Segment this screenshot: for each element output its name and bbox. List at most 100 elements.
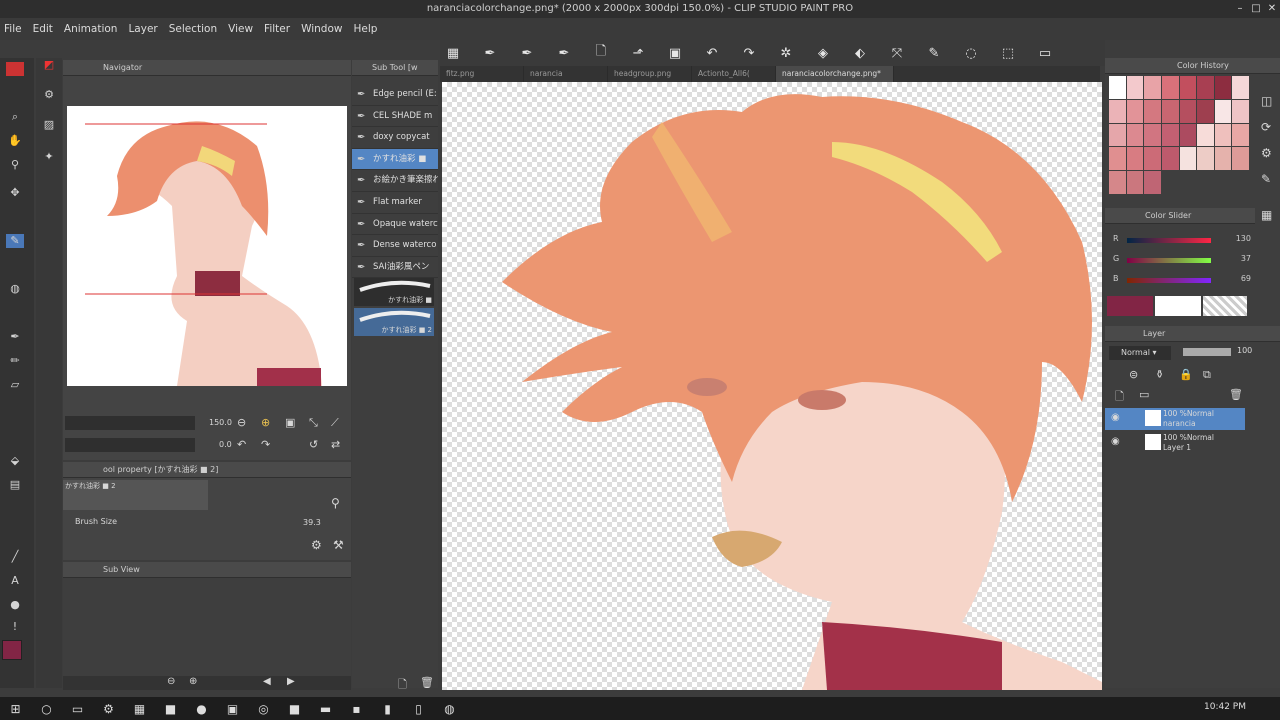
selection-icon[interactable]: ⬚ xyxy=(995,42,1021,64)
color-history-swatch[interactable] xyxy=(1144,147,1161,171)
blue-slider-track[interactable] xyxy=(1127,278,1211,283)
tab-file[interactable]: fitz.png xyxy=(440,66,524,82)
menu-layer[interactable]: Layer xyxy=(128,23,157,35)
brush-preview[interactable]: かすれ油彩 ■ 2 xyxy=(63,480,208,510)
transform-icon[interactable]: ◈ xyxy=(810,42,836,64)
settings-icon[interactable]: ⚙ xyxy=(311,538,322,552)
app-icon[interactable]: ● xyxy=(186,702,217,716)
zoom-in-icon[interactable]: ⊕ xyxy=(261,416,270,429)
open-file-icon[interactable]: ⬏ xyxy=(625,42,651,64)
maximize-button[interactable]: □ xyxy=(1248,0,1264,18)
color-history-swatch[interactable] xyxy=(1232,123,1249,147)
subtool-item[interactable]: ✒ Edge pencil (E: xyxy=(352,84,438,106)
blue-slider[interactable]: B 69 xyxy=(1109,274,1251,286)
delete-layer-icon[interactable]: 🗑 xyxy=(1229,388,1243,401)
pen-icon[interactable]: ✒ xyxy=(477,42,503,64)
tab-file-active[interactable]: naranciacolorchange.png* xyxy=(776,66,894,82)
tab-file[interactable]: Actionto_All6( xyxy=(692,66,776,82)
main-color-swatch[interactable] xyxy=(2,640,22,660)
subtool-item[interactable]: ✒ CEL SHADE m xyxy=(352,106,438,128)
undo-icon[interactable]: ↶ xyxy=(699,42,725,64)
navigator-preview[interactable] xyxy=(67,106,347,386)
menu-view[interactable]: View xyxy=(228,23,253,35)
pencil-tool-icon[interactable]: ✏ xyxy=(6,354,24,368)
save-icon[interactable]: ▣ xyxy=(662,42,688,64)
opacity-slider[interactable] xyxy=(1183,348,1231,356)
pen-tool-icon[interactable]: ✒ xyxy=(6,330,24,344)
color-history-swatch[interactable] xyxy=(1214,99,1232,123)
color-history-swatch[interactable] xyxy=(1161,147,1179,171)
color-history-swatch[interactable] xyxy=(1144,123,1161,147)
app-icon[interactable]: ■ xyxy=(279,702,310,716)
rotate-right-icon[interactable]: ↷ xyxy=(261,438,270,451)
image-icon[interactable]: ▨ xyxy=(40,118,58,132)
close-button[interactable]: ✕ xyxy=(1264,0,1280,18)
new-layer-icon[interactable]: 🗋 xyxy=(1115,388,1124,407)
magnify-icon[interactable]: ⚲ xyxy=(331,496,340,510)
sparkle-icon[interactable]: ✲ xyxy=(773,42,799,64)
panel-icon[interactable]: ▭ xyxy=(1032,42,1058,64)
color-history-swatch[interactable] xyxy=(1214,76,1232,99)
balloon-tool-icon[interactable]: ● xyxy=(6,598,24,612)
drawing-canvas[interactable] xyxy=(442,82,1102,690)
airbrush-icon[interactable]: ◍ xyxy=(6,282,24,296)
layer-option-icon[interactable]: ⧉ xyxy=(1203,368,1211,382)
subtool-item[interactable]: ✒ doxy copycat xyxy=(352,127,438,149)
redo-icon[interactable]: ↷ xyxy=(736,42,762,64)
zoom-out-icon[interactable]: ⊖ xyxy=(237,416,246,429)
prev-icon[interactable]: ◀ xyxy=(263,676,271,687)
zoom-slider[interactable] xyxy=(65,416,195,430)
calendar-icon[interactable]: ▦ xyxy=(124,702,155,716)
crop-icon[interactable]: ⤧ xyxy=(884,42,910,64)
move-icon[interactable]: ✥ xyxy=(6,186,24,200)
color-history-swatch[interactable] xyxy=(1109,147,1126,171)
subtool-item[interactable]: ✒ お絵かき筆楽擦れ xyxy=(352,170,438,192)
color-history-swatch[interactable] xyxy=(1126,76,1144,99)
subtool-item[interactable]: ✒ SAI油彩風ペン xyxy=(352,257,438,279)
brush-tool-icon[interactable]: ✎ xyxy=(6,234,24,248)
menu-file[interactable]: File xyxy=(4,23,22,35)
color-history-swatch[interactable] xyxy=(1109,171,1126,194)
settings-icon[interactable]: ⚙ xyxy=(93,702,124,716)
zoom-out-icon[interactable]: ⊖ xyxy=(167,676,175,687)
flip-icon[interactable]: ⤡ xyxy=(309,416,318,430)
eye-icon[interactable]: ◉ xyxy=(1111,412,1120,423)
tab-file[interactable]: headgroup.png xyxy=(608,66,692,82)
color-history-swatch[interactable] xyxy=(1144,99,1161,123)
pen-third-icon[interactable]: ✒ xyxy=(551,42,577,64)
app-icon[interactable]: ■ xyxy=(155,702,186,716)
color-history-swatch[interactable] xyxy=(1126,123,1144,147)
color-history-swatch[interactable] xyxy=(1161,76,1179,99)
eyedropper-icon[interactable]: ⚲ xyxy=(6,158,24,172)
main-color-chip[interactable] xyxy=(1107,296,1153,316)
color-history-swatch[interactable] xyxy=(1232,76,1249,99)
tool-icon[interactable]: ⚒ xyxy=(333,538,344,552)
windows-start-icon[interactable]: ⊞ xyxy=(0,702,31,716)
color-history-swatch[interactable] xyxy=(1144,76,1161,99)
layer-row[interactable]: ◉ 100 %Normal Layer 1 xyxy=(1105,432,1245,454)
line-tool-icon[interactable]: ╱ xyxy=(6,550,24,564)
hand-icon[interactable]: ✋ xyxy=(6,134,24,148)
rotation-slider[interactable] xyxy=(65,438,195,452)
color-history-swatch[interactable] xyxy=(1232,99,1249,123)
flip-vertical-icon[interactable]: ⇄ xyxy=(331,438,340,451)
color-history-swatch[interactable] xyxy=(1109,123,1126,147)
subtool-item[interactable]: ✒ Opaque waterc xyxy=(352,214,438,236)
rotate-reset-icon[interactable]: ⟋ xyxy=(331,416,339,430)
red-slider-track[interactable] xyxy=(1127,238,1211,243)
new-subtool-icon[interactable]: 🗋 xyxy=(398,676,407,695)
palette-tool-icon[interactable]: ⚙ xyxy=(1261,146,1272,160)
delete-subtool-icon[interactable]: 🗑 xyxy=(420,676,434,689)
stroke-preview-selected[interactable]: かすれ油彩 ■ 2 xyxy=(354,308,434,336)
menu-selection[interactable]: Selection xyxy=(169,23,217,35)
chrome-icon[interactable]: ◎ xyxy=(248,702,279,716)
color-history-swatch[interactable] xyxy=(1126,99,1144,123)
green-slider[interactable]: G 37 xyxy=(1109,254,1251,266)
gradient-tool-icon[interactable]: ▤ xyxy=(6,478,24,492)
app-icon[interactable]: ▪ xyxy=(341,702,372,716)
bucket-tool-icon[interactable]: ⬙ xyxy=(6,454,24,468)
grid-menu-icon[interactable]: ▦ xyxy=(440,42,466,64)
color-wheel-icon[interactable]: ◩ xyxy=(40,58,58,72)
menu-help[interactable]: Help xyxy=(353,23,377,35)
palette-tool-icon[interactable]: ✎ xyxy=(1261,172,1271,186)
